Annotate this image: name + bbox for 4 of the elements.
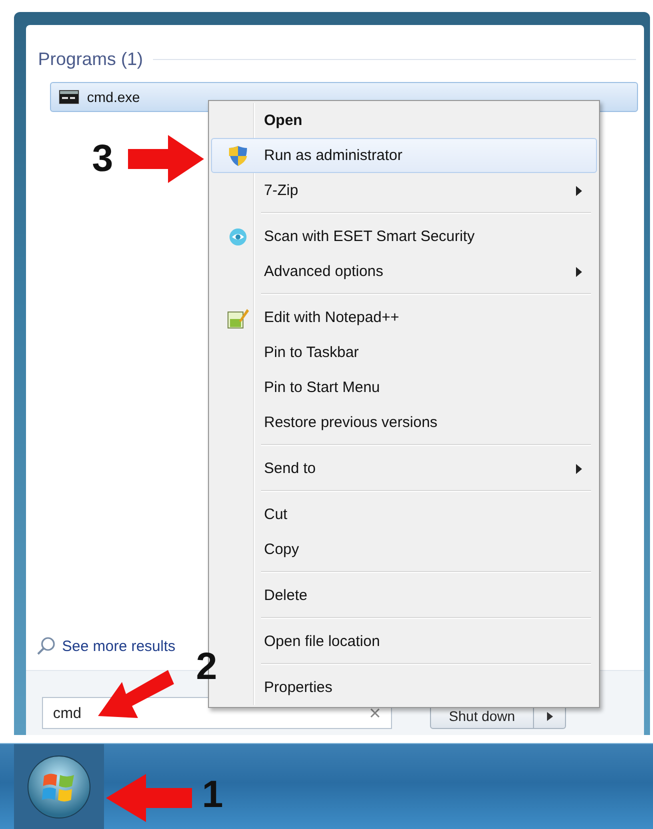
step-number: 2 <box>196 648 218 686</box>
section-heading: Programs (1) <box>38 49 144 70</box>
step-number: 1 <box>202 776 224 814</box>
step-number: 3 <box>92 140 114 178</box>
